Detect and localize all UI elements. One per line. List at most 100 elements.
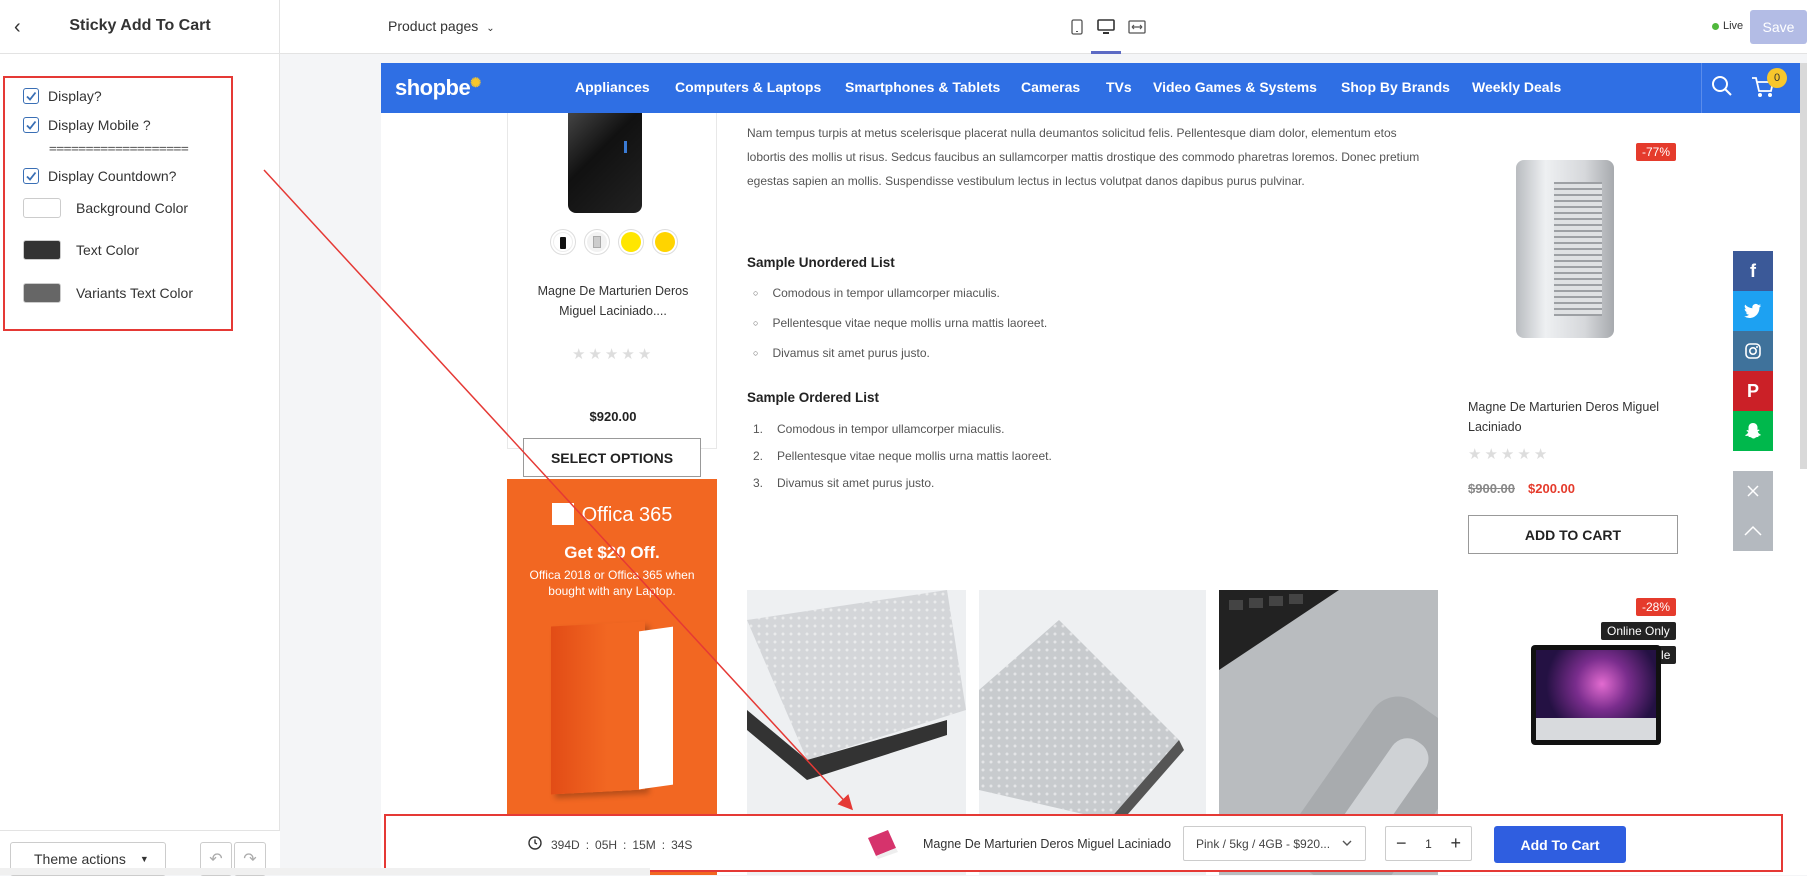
variant-swatch[interactable] [550, 229, 576, 255]
instagram-icon[interactable] [1733, 331, 1773, 371]
fullwidth-view-icon[interactable] [1126, 16, 1148, 38]
option-label: Display Mobile ? [48, 117, 151, 133]
color-swatch[interactable] [23, 198, 61, 218]
logo-sun-icon: ✺ [470, 75, 481, 90]
nav-item-brands[interactable]: Shop By Brands [1341, 79, 1450, 95]
nav-item-video-games[interactable]: Video Games & Systems [1153, 79, 1317, 95]
sticky-add-to-cart-button[interactable]: Add To Cart [1494, 826, 1626, 863]
page-type-select[interactable]: Product pages ⌄ [388, 18, 495, 34]
quantity-stepper: − 1 + [1385, 826, 1472, 861]
checkbox-checked-icon[interactable] [23, 88, 39, 104]
caret-down-icon: ▼ [139, 854, 149, 864]
snapchat-icon[interactable] [1733, 411, 1773, 451]
product-image[interactable] [568, 113, 642, 213]
star-icon: ★ [588, 346, 602, 363]
unordered-list: Comodous in tempor ullamcorper miaculis.… [753, 278, 1047, 368]
star-icon: ★ [637, 346, 652, 363]
pinterest-icon[interactable]: P [1733, 371, 1773, 411]
variant-swatch[interactable] [618, 229, 644, 255]
list-item: Pellentesque vitae neque mollis urna mat… [753, 308, 1047, 338]
variant-swatch[interactable] [584, 229, 610, 255]
ordered-list: 1. Comodous in tempor ullamcorper miaculi… [753, 416, 1052, 497]
option-display-countdown[interactable]: Display Countdown? [23, 168, 176, 184]
mobile-view-icon[interactable] [1066, 16, 1088, 38]
chevron-down-icon: ⌄ [486, 23, 495, 34]
text-color-picker[interactable]: Text Color [23, 240, 139, 260]
description-paragraph: Nam tempus turpis at metus scelerisque p… [747, 126, 1420, 188]
logo-text: shopbe [395, 75, 471, 100]
banner-headline: Get $20 Off. [564, 543, 660, 562]
plus-icon[interactable]: + [1450, 833, 1461, 854]
background-color-picker[interactable]: Background Color [23, 198, 188, 218]
option-display[interactable]: Display? [23, 88, 102, 104]
product-image[interactable] [1516, 160, 1614, 338]
banner-subtext: Offica 2018 or Offica 365 when bought wi… [529, 568, 695, 598]
product-image[interactable] [1531, 645, 1661, 745]
color-label: Variants Text Color [76, 285, 193, 301]
sale-price: $200.00 [1528, 481, 1575, 496]
product-thumbnail [864, 828, 902, 860]
color-swatch[interactable] [23, 283, 61, 303]
checkbox-checked-icon[interactable] [23, 117, 39, 133]
search-icon[interactable] [1711, 75, 1733, 102]
nav-item-tvs[interactable]: TVs [1106, 79, 1132, 95]
live-status: Live [1712, 20, 1743, 32]
star-icon: ★ [1533, 446, 1548, 463]
rating-stars: ★ ★ ★ ★ ★ [572, 345, 651, 363]
software-box-page-image [639, 626, 673, 790]
clock-icon [528, 836, 542, 853]
variant-select[interactable]: Pink / 5kg / 4GB - $920... [1183, 826, 1366, 861]
star-icon: ★ [1500, 446, 1515, 463]
live-dot-icon [1712, 22, 1719, 30]
star-icon: ★ [1484, 446, 1498, 463]
online-only-tag: Online Only [1601, 622, 1676, 640]
variant-swatch[interactable] [652, 229, 678, 255]
preview-scrollbar[interactable] [1800, 63, 1807, 469]
nav-item-computers[interactable]: Computers & Laptops [675, 79, 821, 95]
add-to-cart-button[interactable]: ADD TO CART [1468, 515, 1678, 554]
countdown-separator: : [661, 837, 666, 852]
product-price: $920.00 [589, 409, 637, 424]
status-bar [0, 868, 650, 875]
nav-item-appliances[interactable]: Appliances [575, 79, 650, 95]
page-type-label: Product pages [388, 18, 479, 34]
nav-item-cameras[interactable]: Cameras [1021, 79, 1080, 95]
countdown-separator: : [585, 837, 590, 852]
color-label: Background Color [76, 200, 189, 216]
select-options-button[interactable]: SELECT OPTIONS [523, 438, 701, 477]
quantity-value[interactable]: 1 [1425, 837, 1432, 851]
minus-icon[interactable]: − [1396, 833, 1407, 854]
variants-text-color-picker[interactable]: Variants Text Color [23, 283, 193, 303]
ordered-list-title: Sample Ordered List [747, 390, 880, 405]
color-swatch[interactable] [23, 240, 61, 260]
save-button[interactable]: Save [1750, 10, 1807, 44]
product-card[interactable]: Magne De Marturien Deros Miguel Laciniad… [507, 113, 718, 477]
store-logo[interactable]: shopbe✺ [395, 75, 481, 101]
software-box-image [551, 621, 645, 795]
option-label: Display? [48, 88, 102, 104]
countdown-timer: 394D : 05H : 15M : 34S [528, 836, 692, 853]
panel-header: ‹ Sticky Add To Cart [0, 0, 279, 54]
checkbox-checked-icon[interactable] [23, 168, 39, 184]
nav-item-weekly-deals[interactable]: Weekly Deals [1472, 79, 1561, 95]
active-view-indicator [1091, 51, 1121, 54]
theme-actions-label: Theme actions [34, 851, 126, 867]
variant-select-value: Pink / 5kg / 4GB - $920... [1196, 836, 1331, 851]
countdown-days: 394D [551, 837, 580, 852]
option-display-mobile[interactable]: Display Mobile ? [23, 117, 151, 133]
option-label: Display Countdown? [48, 168, 177, 184]
live-label: Live [1723, 20, 1744, 32]
product-name[interactable]: Magne De Marturien Deros Miguel Laciniad… [1468, 397, 1668, 437]
sticky-add-to-cart-bar: 394D : 05H : 15M : 34S Magne De Marturie… [384, 814, 1783, 872]
nav-item-smartphones[interactable]: Smartphones & Tablets [845, 79, 1000, 95]
star-icon: ★ [1468, 446, 1482, 463]
countdown-separator: : [623, 837, 627, 852]
desktop-view-icon[interactable] [1095, 16, 1117, 38]
close-icon[interactable] [1733, 471, 1773, 511]
scroll-top-icon[interactable] [1733, 511, 1773, 551]
product-name[interactable]: Magne De Marturien Deros Miguel Laciniad… [508, 281, 718, 321]
facebook-icon[interactable]: f [1733, 251, 1773, 291]
variant-swatches [550, 229, 678, 255]
product-name-line: Magne De Marturien Deros [537, 284, 689, 298]
twitter-icon[interactable] [1733, 291, 1773, 331]
